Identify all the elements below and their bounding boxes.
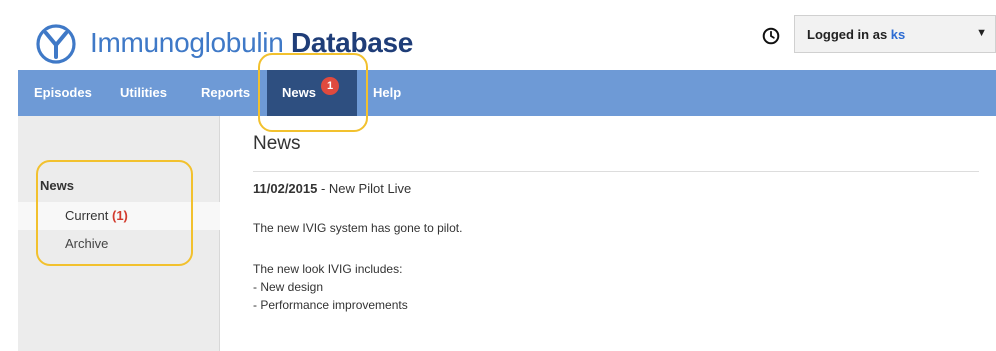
antibody-logo-icon[interactable] (36, 24, 76, 64)
top-header: Immunoglobulin Database Logged in as ks … (0, 0, 996, 70)
page-title: News (253, 133, 301, 154)
caret-down-icon: ▼ (976, 27, 987, 39)
main-nav: Episodes Utilities Reports News 1 Help (18, 70, 996, 116)
nav-item-utilities[interactable]: Utilities (120, 70, 167, 116)
user-label: Logged in as ks (807, 27, 905, 42)
nav-item-reports[interactable]: Reports (201, 70, 250, 116)
user-dropdown[interactable]: Logged in as ks ▼ (794, 15, 996, 53)
news-headline: New Pilot Live (328, 181, 412, 196)
news-body-line-1: The new IVIG system has gone to pilot. (253, 221, 463, 235)
app-title[interactable]: Immunoglobulin Database (90, 27, 413, 59)
title-divider (253, 171, 979, 172)
sidebar-highlight (36, 160, 193, 266)
news-tab-highlight (258, 53, 368, 132)
nav-item-help[interactable]: Help (373, 70, 401, 116)
news-date: 11/02/2015 (253, 181, 318, 196)
news-article-header: 11/02/2015 - New Pilot Live (253, 181, 411, 196)
username: ks (890, 27, 906, 42)
nav-item-episodes[interactable]: Episodes (34, 70, 92, 116)
user-prefix: Logged in as (807, 27, 888, 42)
clock-icon[interactable] (762, 27, 780, 45)
app-title-light: Immunoglobulin (90, 27, 284, 58)
news-body-line-3: - New design (253, 280, 324, 294)
news-body-line-2: The new look IVIG includes: (253, 262, 403, 276)
news-separator: - (317, 181, 329, 196)
news-body-line-4: - Performance improvements (253, 298, 408, 312)
